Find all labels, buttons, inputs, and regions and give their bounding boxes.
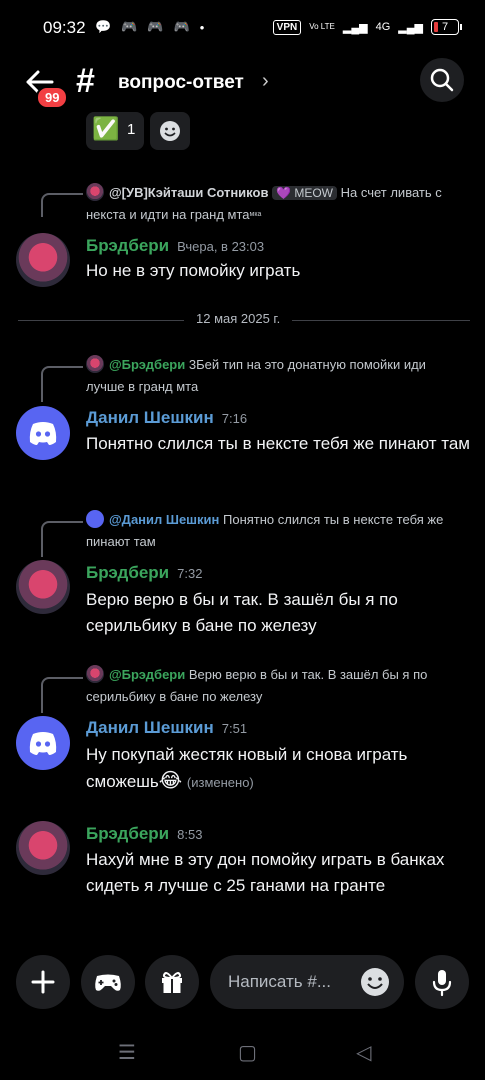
- chevron-right-icon[interactable]: ›: [262, 70, 269, 93]
- avatar[interactable]: [16, 406, 70, 460]
- battery-icon: 7: [431, 19, 462, 35]
- timestamp: 8:53: [177, 827, 203, 842]
- signal-icon: ▂▄▆: [398, 21, 423, 34]
- menu-nav-button[interactable]: ☰: [118, 1040, 136, 1065]
- message-header: Данил Шешкин 7:51: [86, 718, 247, 738]
- add-reaction-button[interactable]: [150, 112, 190, 150]
- timestamp: Вчера, в 23:03: [177, 239, 265, 254]
- plus-icon: [31, 970, 55, 994]
- timestamp: 7:32: [177, 566, 203, 581]
- reply-connector: [41, 677, 83, 713]
- discord-notification-icon: 🎮: [147, 19, 164, 34]
- battery-level: 7: [441, 21, 449, 33]
- status-bar: 09:32 💬 🎮 🎮 🎮 • VPN Vo LTE ▂▄▆ 4G ▂▄▆ 7: [0, 0, 485, 56]
- home-nav-button[interactable]: ▢: [238, 1040, 257, 1065]
- vpn-icon: VPN: [272, 19, 302, 35]
- avatar: [86, 510, 104, 528]
- reaction-pill[interactable]: ✅ 1: [86, 112, 144, 150]
- reply-connector: [41, 521, 83, 557]
- back-nav-button[interactable]: ◁: [356, 1040, 371, 1065]
- timestamp: 7:51: [221, 721, 248, 736]
- channel-header: 99 # вопрос-ответ ›: [0, 56, 485, 112]
- message-text: Но не в эту помойку играть: [86, 261, 301, 280]
- system-icons: VPN Vo LTE ▂▄▆ 4G ▂▄▆ 7: [272, 19, 462, 35]
- status-time: 09:32: [43, 18, 86, 37]
- avatar[interactable]: [16, 716, 70, 770]
- message-text: Ну покупай жестяк новый и снова играть с…: [86, 742, 471, 796]
- reply-preview[interactable]: @[УВ]Кэйташи Сотников 💜 MEOW На счет лив…: [86, 182, 466, 226]
- discord-icon: [29, 732, 57, 755]
- reply-author: @Брэдбери: [109, 357, 186, 372]
- discord-notification-icon: 🎮: [173, 19, 190, 34]
- channel-name[interactable]: вопрос-ответ: [118, 72, 244, 94]
- check-emoji-icon: ✅: [92, 116, 120, 141]
- reply-author: @Брэдбери: [109, 667, 186, 682]
- add-attachment-button[interactable]: [16, 955, 70, 1009]
- search-icon: [430, 68, 454, 92]
- message-input[interactable]: Написать #...: [210, 955, 404, 1009]
- author-name[interactable]: Брэдбери: [86, 824, 169, 843]
- gift-icon: [162, 972, 182, 993]
- avatar[interactable]: [16, 233, 70, 287]
- reaction-count: 1: [127, 121, 136, 138]
- activities-button[interactable]: [81, 955, 135, 1009]
- hash-icon: #: [76, 62, 95, 100]
- signal-icon: ▂▄▆: [342, 21, 368, 34]
- avatar: [86, 183, 104, 201]
- author-name[interactable]: Брэдбери: [86, 563, 169, 582]
- timestamp: 7:16: [221, 411, 248, 426]
- gift-button[interactable]: [145, 955, 199, 1009]
- mic-icon: [432, 970, 452, 997]
- search-button[interactable]: [420, 58, 464, 102]
- author-name[interactable]: Данил Шешкин: [86, 718, 214, 737]
- author-name[interactable]: Брэдбери: [86, 236, 169, 255]
- dot-icon: •: [199, 19, 205, 35]
- reply-connector: [41, 366, 83, 402]
- message-text: Верю верю в бы и так. В зашёл бы я по се…: [86, 590, 398, 635]
- reply-preview[interactable]: @Брэдбери Верю верю в бы и так. В зашёл …: [86, 664, 466, 708]
- unread-badge: 99: [36, 86, 69, 109]
- message-header: Брэдбери 8:53: [86, 824, 202, 844]
- emoji-icon[interactable]: [358, 965, 392, 999]
- voice-message-button[interactable]: [415, 955, 469, 1009]
- chat-notification-icon: 💬: [95, 19, 112, 34]
- reply-suffix: мка: [249, 211, 262, 218]
- gamepad-icon: [95, 974, 121, 991]
- reply-connector: [41, 193, 83, 217]
- message-text: Понятно слился ты в нексте тебя же пинаю…: [86, 434, 470, 453]
- laughing-emoji-icon: 😂: [158, 770, 183, 792]
- avatar[interactable]: [16, 821, 70, 875]
- network-type: 4G: [375, 21, 391, 33]
- role-tag: 💜 MEOW: [272, 186, 337, 200]
- emoji-icon: [160, 121, 180, 141]
- volte-icon: Vo LTE: [309, 22, 335, 31]
- discord-icon: [29, 422, 57, 445]
- discord-notification-icon: 🎮: [121, 19, 138, 34]
- avatar: [86, 355, 104, 373]
- reply-author: @[УВ]Кэйташи Сотников: [109, 185, 269, 200]
- date-divider: 12 мая 2025 г.: [184, 311, 293, 326]
- avatar[interactable]: [16, 560, 70, 614]
- author-name[interactable]: Данил Шешкин: [86, 408, 214, 427]
- avatar: [86, 665, 104, 683]
- message-header: Брэдбери Вчера, в 23:03: [86, 236, 264, 256]
- message-header: Брэдбери 7:32: [86, 563, 202, 583]
- reply-preview[interactable]: @Данил Шешкин Понятно слился ты в нексте…: [86, 509, 466, 553]
- reply-preview[interactable]: @Брэдбери 3Бей тип на это донатную помой…: [86, 354, 466, 398]
- message-input-placeholder: Написать #...: [228, 972, 332, 991]
- notification-icons: 💬 🎮 🎮 🎮 •: [95, 19, 204, 35]
- edited-label: (изменено): [186, 775, 254, 790]
- message-header: Данил Шешкин 7:16: [86, 408, 247, 428]
- reply-author: @Данил Шешкин: [109, 512, 220, 527]
- message-text: Нахуй мне в эту дон помойку играть в бан…: [86, 850, 445, 895]
